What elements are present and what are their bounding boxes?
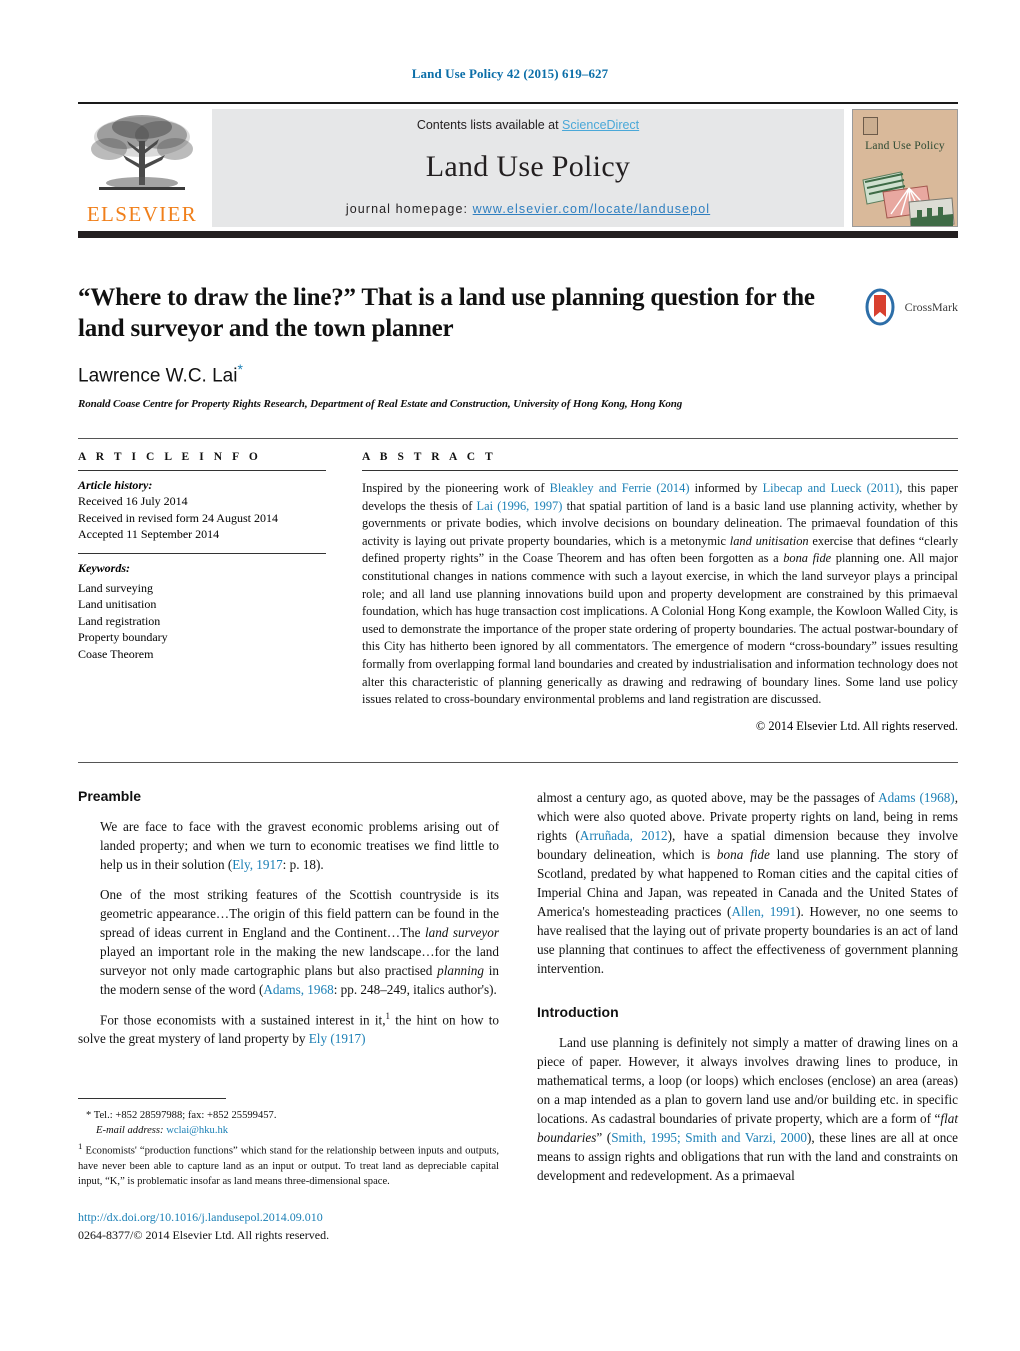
keyword-item: Property boundary [78,630,168,645]
footnote-rule [78,1098,226,1099]
footnote-note-1: 1 Economists' “production functions” whi… [78,1141,499,1187]
section-heading-preamble: Preamble [78,788,142,804]
author-name: Lawrence W.C. Lai [78,365,238,387]
block-quote: We are face to face with the gravest eco… [100,819,499,872]
section-heading-introduction: Introduction [537,1004,619,1020]
body-right-column: almost a century ago, as quoted above, m… [537,788,958,1196]
issn-copyright-line: 0264-8377/© 2014 Elsevier Ltd. All right… [78,1228,330,1242]
abstract-text: Inspired by the pioneering work of Bleak… [362,481,959,707]
body-separator-rule [78,762,958,763]
paper-page: Land Use Policy 42 (2015) 619–627 ELSEVI… [0,0,1020,1351]
keywords-list: Land surveying Land unitisation Land reg… [78,580,326,663]
info-abstract-top-rule [78,438,958,439]
journal-homepage-link[interactable]: www.elsevier.com/locate/landusepol [473,202,711,216]
journal-homepage-line: journal homepage: www.elsevier.com/locat… [346,202,710,216]
footnote-contact: * Tel.: +852 28597988; fax: +852 2559945… [78,1108,499,1138]
abstract-rule [362,470,958,471]
author-line: Lawrence W.C. Lai* [78,361,958,387]
affiliation: Ronald Coase Centre for Property Rights … [78,398,683,411]
elsevier-tree-icon [91,115,193,190]
body-paragraph: Land use planning is definitely not simp… [537,1035,958,1183]
article-info-column: A R T I C L E I N F O Article history: R… [78,451,326,734]
contents-line: Contents lists available at ScienceDirec… [417,118,639,132]
crossmark-badge[interactable]: CrossMark [860,287,958,327]
journal-masthead: ELSEVIER Contents lists available at Sci… [78,102,958,238]
homepage-prefix: journal homepage: [345,202,473,216]
doi-link[interactable]: http://dx.doi.org/10.1016/j.landusepol.2… [78,1210,323,1224]
article-history-item: Received in revised form 24 August 2014 [78,510,278,525]
crossmark-icon [865,288,895,326]
article-history-item: Received 16 July 2014 [78,494,188,508]
page-title: “Where to draw the line?” That is a land… [78,284,815,342]
abstract-column: A B S T R A C T Inspired by the pioneeri… [362,451,958,734]
footnote-area: * Tel.: +852 28597988; fax: +852 2559945… [78,1098,499,1191]
crossmark-label: CrossMark [904,299,958,314]
keywords-label: Keywords: [78,560,130,575]
elsevier-logo: ELSEVIER [78,109,206,227]
masthead-panel: Contents lists available at ScienceDirec… [212,109,844,227]
article-info-heading: A R T I C L E I N F O [78,451,262,463]
footnote-email-link[interactable]: wclai@hku.hk [166,1125,228,1136]
footer-doi-block: http://dx.doi.org/10.1016/j.landusepol.2… [78,1208,578,1243]
cover-journal-title: Land Use Policy [865,140,945,152]
article-info-rule [78,470,326,471]
copyright-line: © 2014 Elsevier Ltd. All rights reserved… [755,718,958,733]
footnote-tel: * Tel.: +852 28597988; fax: +852 2559945… [86,1110,277,1121]
title-block: “Where to draw the line?” That is a land… [78,283,958,410]
keywords-rule [78,552,326,554]
column-gap [326,451,362,734]
keyword-item: Land registration [78,613,161,628]
keyword-item: Coase Theorem [78,646,154,661]
footnote-email-label: E-mail address: [96,1125,164,1137]
author-correspondence-marker: * [237,361,243,377]
article-history-label: Article history: [78,478,153,492]
sciencedirect-link[interactable]: ScienceDirect [562,118,639,132]
block-quote: One of the most striking features of the… [100,887,499,997]
masthead-bottom-rule [78,231,958,238]
keyword-item: Land unitisation [78,597,157,612]
elsevier-wordmark: ELSEVIER [86,202,198,226]
article-history-item: Accepted 11 September 2014 [78,527,220,542]
journal-title: Land Use Policy [425,150,631,183]
body-paragraph: For those economists with a sustained in… [78,1011,499,1047]
info-abstract-region: A R T I C L E I N F O Article history: R… [78,438,958,734]
keyword-item: Land surveying [78,580,153,595]
masthead-top-rule [78,102,958,104]
contents-prefix: Contents lists available at [416,118,563,132]
running-head: Land Use Policy 42 (2015) 619–627 [411,66,609,81]
body-paragraph: almost a century ago, as quoted above, m… [537,790,958,976]
cover-artwork [862,171,955,226]
cover-publisher-mark-icon [863,117,878,135]
abstract-heading: A B S T R A C T [362,451,497,463]
journal-cover-thumbnail: Land Use Policy [852,109,958,227]
